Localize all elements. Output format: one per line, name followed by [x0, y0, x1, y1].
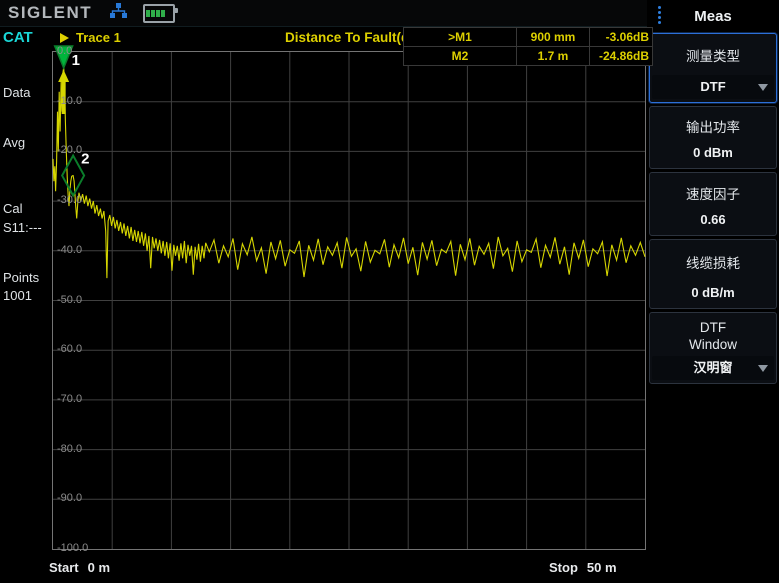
svg-text:2: 2 — [81, 151, 89, 168]
stop-label: Stop — [549, 560, 578, 575]
menu-title: Meas — [694, 8, 732, 25]
trace-canvas: 12 — [53, 52, 645, 549]
button-label: 线缆损耗 — [650, 255, 776, 272]
marker-name: M2 — [404, 47, 517, 66]
stop-value: 50 m — [587, 560, 617, 575]
button-value: 0 dBm — [652, 141, 774, 165]
button-velocity-factor[interactable]: 速度因子 0.66 — [649, 172, 777, 236]
button-label: 速度因子 — [650, 186, 776, 203]
x-axis-start: Start 0 m — [49, 560, 110, 575]
marker-distance: 900 mm — [517, 28, 590, 47]
button-value: 0 dB/m — [652, 281, 774, 305]
marker-amplitude: -24.86dB — [590, 47, 653, 66]
status-points-value: 1001 — [3, 288, 32, 303]
marker-amplitude: -3.06dB — [590, 28, 653, 47]
button-cable-loss[interactable]: 线缆损耗 0 dB/m — [649, 239, 777, 309]
softkey-menu: Meas 测量类型 DTF 输出功率 0 dBm 速度因子 0.66 线缆损耗 … — [647, 0, 779, 583]
marker-row-m1: >M1 900 mm -3.06dB — [404, 28, 653, 47]
button-value: 0.66 — [652, 208, 774, 232]
top-status-bar: SIGLENT — [0, 0, 647, 27]
dtf-trace-plot[interactable]: 0.0-10.0-20.0-30.0-40.0-50.0-60.0-70.0-8… — [52, 51, 646, 550]
chevron-down-icon — [758, 84, 768, 91]
battery-icon — [143, 4, 175, 23]
trace-label: Trace 1 — [76, 30, 121, 45]
button-label-line1: DTF — [650, 319, 776, 336]
trace-arrow-icon — [60, 33, 69, 43]
marker-distance: 1.7 m — [517, 47, 590, 66]
siglent-logo: SIGLENT — [8, 3, 92, 23]
status-data: Data — [3, 85, 30, 100]
svg-text:1: 1 — [72, 52, 80, 69]
button-label: 输出功率 — [650, 119, 776, 136]
mode-label: CAT — [3, 29, 33, 46]
button-value: 汉明窗 — [652, 356, 774, 380]
marker-readout-table: >M1 900 mm -3.06dB M2 1.7 m -24.86dB — [403, 27, 653, 66]
status-points-label: Points — [3, 270, 39, 285]
marker-name: >M1 — [404, 28, 517, 47]
status-cal: Cal — [3, 201, 23, 216]
button-label: 测量类型 — [650, 48, 776, 65]
button-label-line2: Window — [650, 336, 776, 353]
button-value: DTF — [652, 75, 774, 99]
start-label: Start — [49, 560, 79, 575]
start-value: 0 m — [88, 560, 110, 575]
marker-row-m2: M2 1.7 m -24.86dB — [404, 47, 653, 66]
button-measure-type[interactable]: 测量类型 DTF — [649, 33, 777, 103]
menu-dots-icon[interactable] — [658, 6, 661, 24]
status-avg: Avg — [3, 135, 25, 150]
x-axis-stop: Stop 50 m — [549, 560, 617, 575]
lan-network-icon — [110, 3, 127, 24]
trace-selector[interactable]: Trace 1 — [60, 30, 121, 45]
status-s11: S11:--- — [3, 220, 42, 235]
menu-header: Meas — [647, 0, 779, 33]
button-output-power[interactable]: 输出功率 0 dBm — [649, 106, 777, 169]
chevron-down-icon — [758, 365, 768, 372]
button-dtf-window[interactable]: DTF Window 汉明窗 — [649, 312, 777, 384]
